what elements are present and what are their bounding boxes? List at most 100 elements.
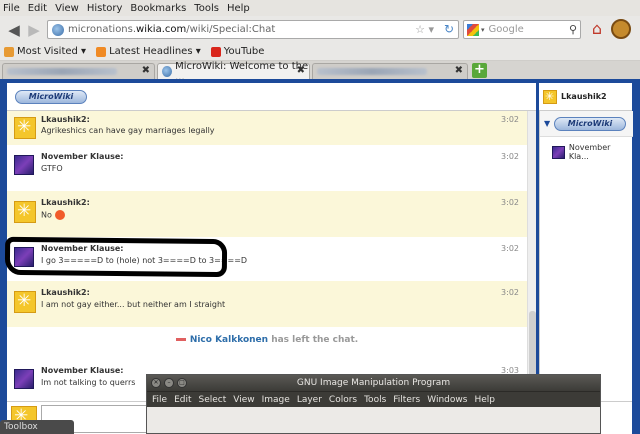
message-username[interactable]: November Klause: (41, 366, 123, 375)
gimp-menu-tools[interactable]: Tools (364, 395, 386, 405)
tab-1-blurred-title (7, 68, 117, 75)
chat-message: Lkaushik2: Agrikeshics can have gay marr… (7, 111, 527, 145)
message-text: Im not talking to querrs (41, 378, 136, 387)
gimp-titlebar[interactable]: ✕ – □ GNU Image Manipulation Program (147, 375, 600, 391)
chat-message: November Klause: GTFO 3:02 (7, 145, 527, 191)
message-time: 3:02 (501, 152, 519, 161)
bookmarks-toolbar: Most Visited ▾ Latest Headlines ▾ YouTub… (0, 43, 640, 61)
avatar[interactable] (14, 155, 34, 175)
home-icon[interactable]: ⌂ (587, 19, 607, 39)
bookmark-most-visited[interactable]: Most Visited ▾ (4, 46, 86, 57)
sidebar-microwiki-logo: MicroWiki (554, 117, 626, 131)
navigation-toolbar: ◀ ▶ micronations.wikia.com/wiki/Special:… (0, 16, 640, 43)
chat-scrollbar[interactable] (527, 111, 536, 401)
site-globe-icon (52, 23, 64, 36)
user-avatar (543, 89, 557, 104)
gimp-title: GNU Image Manipulation Program (296, 378, 451, 388)
microwiki-logo[interactable]: MicroWiki (15, 90, 87, 104)
gimp-toolbox-tab[interactable]: Toolbox (0, 420, 74, 434)
gimp-menu-file[interactable]: File (152, 395, 167, 405)
bookmark-star-icon[interactable]: ☆ ▾ (415, 23, 434, 36)
gimp-menu-view[interactable]: View (233, 395, 254, 405)
gimp-menu-windows[interactable]: Windows (427, 395, 467, 405)
leave-marker-icon (175, 338, 186, 341)
gimp-menu-image[interactable]: Image (262, 395, 290, 405)
message-username[interactable]: Lkaushik2: (41, 115, 90, 124)
close-tab-icon[interactable]: ✖ (455, 65, 463, 76)
alert-username[interactable]: Nico Kalkkonen (190, 335, 268, 345)
user-list-sidebar: ▼ MicroWiki November Kla... (539, 111, 633, 401)
wiki-favicon-icon (162, 66, 173, 77)
chat-header: MicroWiki (7, 83, 536, 111)
message-username[interactable]: Lkaushik2: (41, 288, 90, 297)
tab-1[interactable]: ✖ (2, 63, 155, 79)
chat-message: Lkaushik2: No 3:02 (7, 191, 527, 237)
gimp-menu-select[interactable]: Select (199, 395, 227, 405)
google-icon (467, 23, 479, 36)
greasemonkey-icon[interactable] (611, 19, 631, 39)
url-bar[interactable]: micronations.wikia.com/wiki/Special:Chat… (47, 20, 459, 39)
message-time: 3:02 (501, 198, 519, 207)
message-text: Agrikeshics can have gay marriages legal… (41, 126, 215, 135)
search-input[interactable]: Google (489, 24, 524, 35)
alert-text: has left the chat. (271, 335, 359, 345)
menu-file[interactable]: File (3, 3, 20, 14)
bookmark-youtube[interactable]: YouTube (210, 46, 264, 57)
current-username: Lkaushik2 (561, 92, 607, 101)
close-tab-icon[interactable]: ✖ (142, 65, 150, 76)
new-tab-icon[interactable]: + (472, 63, 487, 78)
gimp-window: ✕ – □ GNU Image Manipulation Program Fil… (146, 374, 601, 434)
message-text: I am not gay either... but neither am I … (41, 300, 226, 309)
forward-arrow-icon[interactable]: ▶ (24, 20, 44, 40)
search-icon[interactable]: ⚲ (569, 23, 577, 36)
message-text: GTFO (41, 164, 63, 173)
close-tab-icon[interactable]: ✖ (297, 65, 305, 76)
bookmark-latest-headlines[interactable]: Latest Headlines ▾ (96, 46, 201, 57)
browser-menubar: File Edit View History Bookmarks Tools H… (0, 0, 640, 16)
search-bar[interactable]: ▾ Google ⚲ (463, 20, 581, 39)
message-username[interactable]: Lkaushik2: (41, 198, 90, 207)
menu-view[interactable]: View (55, 3, 79, 14)
menu-edit[interactable]: Edit (28, 3, 47, 14)
annotation-scribble (4, 236, 228, 278)
gimp-menu-colors[interactable]: Colors (329, 395, 357, 405)
message-text: No (41, 210, 65, 220)
maximize-window-icon[interactable]: □ (177, 378, 187, 388)
angry-smiley-icon (54, 210, 65, 220)
url-text: micronations.wikia.com/wiki/Special:Chat (68, 24, 276, 35)
tab-3[interactable]: ✖ (312, 63, 468, 79)
menu-bookmarks[interactable]: Bookmarks (130, 3, 186, 14)
minimize-window-icon[interactable]: – (164, 378, 174, 388)
reload-icon[interactable]: ↻ (444, 22, 454, 36)
gimp-menu-filters[interactable]: Filters (393, 395, 420, 405)
menu-history[interactable]: History (87, 3, 123, 14)
collapse-triangle-icon[interactable]: ▼ (544, 119, 550, 128)
avatar[interactable] (14, 291, 36, 313)
inline-alert: Nico Kalkkonen has left the chat. (7, 335, 527, 345)
gimp-menu-help[interactable]: Help (474, 395, 495, 405)
sidebar-username: November Kla... (568, 143, 611, 161)
avatar (552, 145, 565, 159)
rss-icon (96, 46, 107, 57)
close-window-icon[interactable]: ✕ (151, 378, 161, 388)
chat-message: Lkaushik2: I am not gay either... but ne… (7, 281, 527, 327)
menu-help[interactable]: Help (227, 3, 250, 14)
sidebar-header[interactable]: ▼ MicroWiki (540, 111, 633, 137)
gimp-menu-edit[interactable]: Edit (174, 395, 191, 405)
current-user-box[interactable]: Lkaushik2 (539, 83, 632, 111)
tab-microwiki[interactable]: MicroWiki: Welcome to the ... ✖ (157, 61, 310, 83)
message-time: 3:02 (501, 288, 519, 297)
folder-icon (4, 46, 14, 57)
menu-tools[interactable]: Tools (194, 3, 219, 14)
message-time: 3:02 (501, 115, 519, 124)
tab-strip: ✖ MicroWiki: Welcome to the ... ✖ ✖ + (0, 61, 640, 83)
sidebar-user-november-klause[interactable]: November Kla... (552, 143, 632, 161)
avatar[interactable] (14, 369, 34, 389)
gimp-menu-layer[interactable]: Layer (297, 395, 322, 405)
gimp-menubar: File Edit Select View Image Layer Colors… (147, 391, 600, 407)
avatar[interactable] (14, 117, 36, 139)
back-arrow-icon[interactable]: ◀ (4, 20, 24, 40)
avatar[interactable] (14, 201, 36, 223)
message-username[interactable]: November Klause: (41, 152, 123, 161)
search-engine-chevron-icon[interactable]: ▾ (481, 26, 485, 34)
